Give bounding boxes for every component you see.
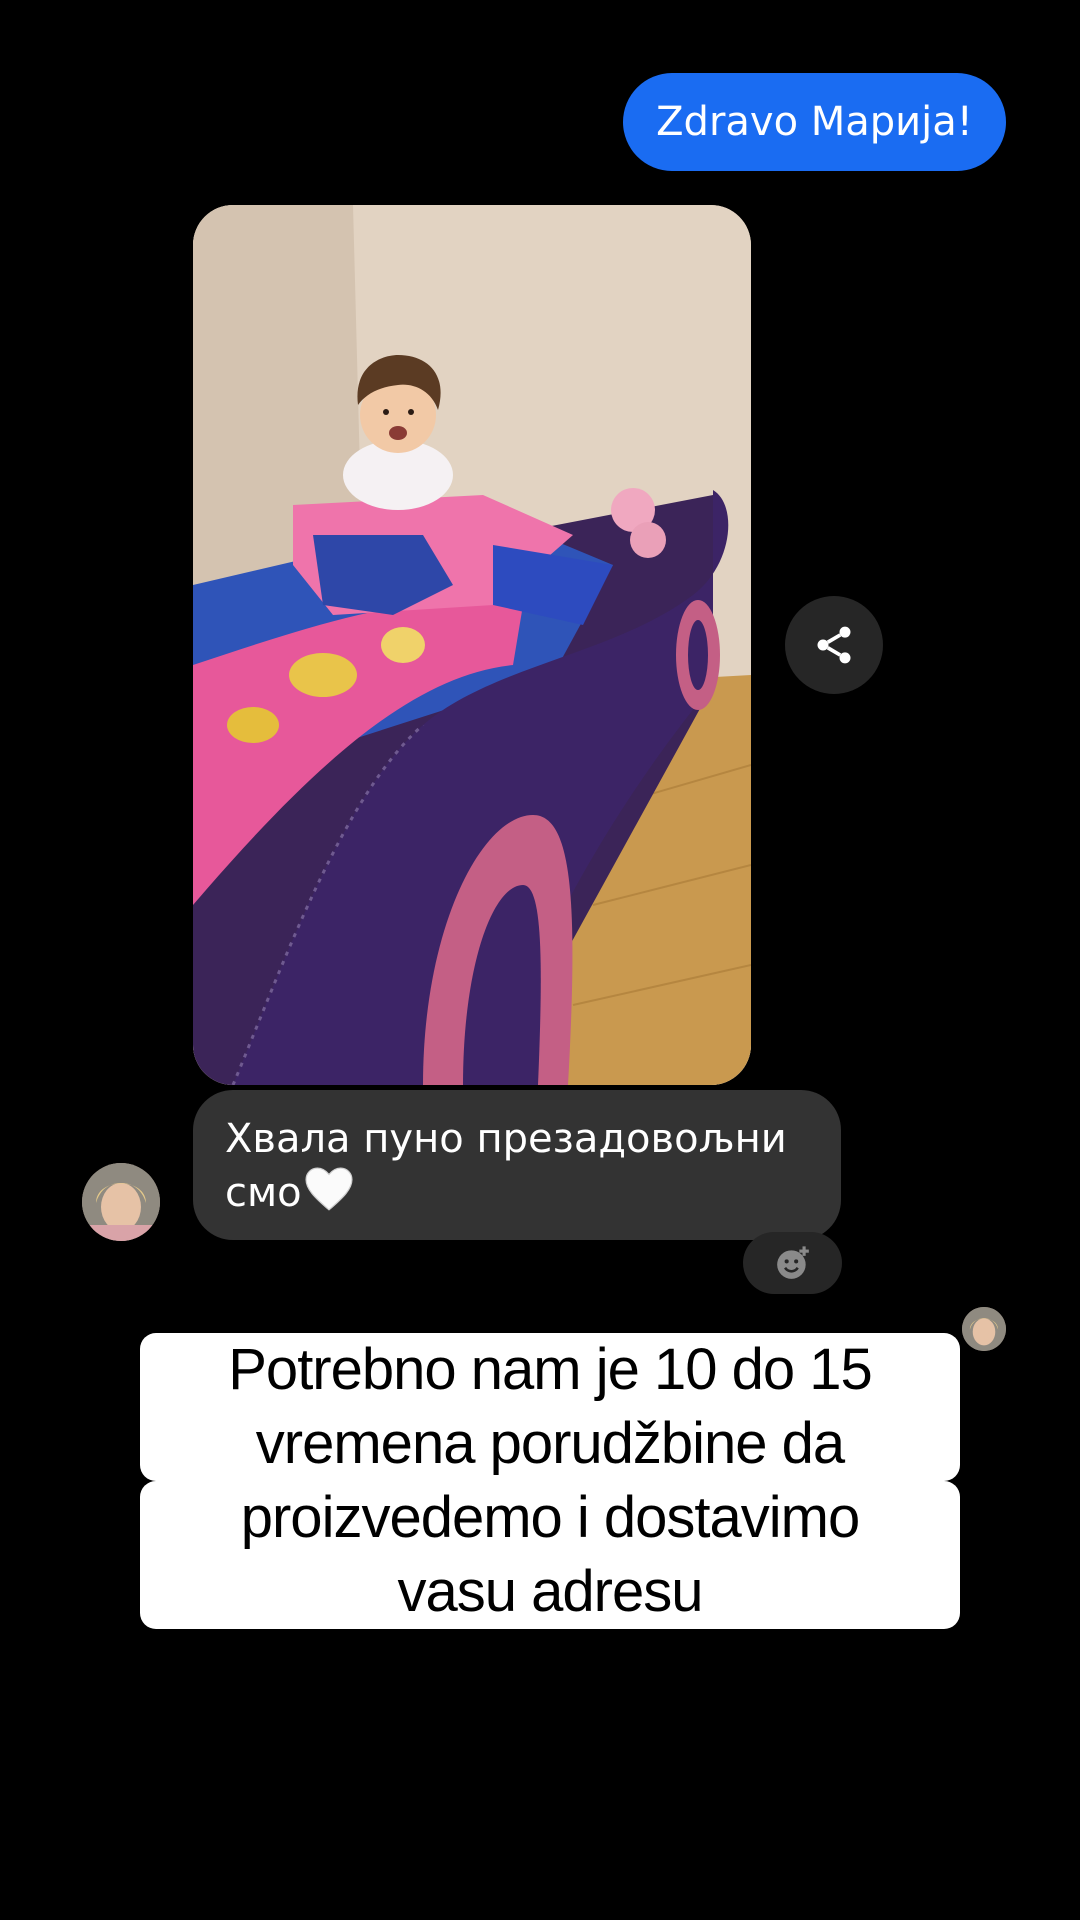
story-caption: Potrebno nam je 10 do 15 dana od vremena… — [140, 1333, 960, 1629]
white-heart-emoji — [304, 1166, 354, 1226]
caption-line: vasu adresu — [375, 1555, 725, 1629]
add-reaction-button[interactable] — [743, 1232, 842, 1294]
share-icon — [817, 626, 851, 664]
outgoing-message-bubble[interactable]: Zdravo Марија! — [623, 73, 1006, 171]
avatar-photo-small — [962, 1307, 1006, 1351]
photo-child-in-car-bed — [193, 205, 751, 1085]
incoming-message-bubble[interactable]: Хвала пуно презадовољни смо — [193, 1090, 841, 1240]
avatar-photo — [82, 1163, 160, 1241]
caption-line: vremena porudžbine da — [233, 1407, 867, 1481]
shared-photo[interactable] — [193, 205, 751, 1085]
read-receipt-avatar — [962, 1307, 1006, 1351]
outgoing-message-text: Zdravo Марија! — [656, 99, 973, 145]
sender-avatar[interactable] — [82, 1163, 160, 1241]
share-button[interactable] — [785, 596, 883, 694]
add-reaction-icon — [776, 1246, 809, 1279]
